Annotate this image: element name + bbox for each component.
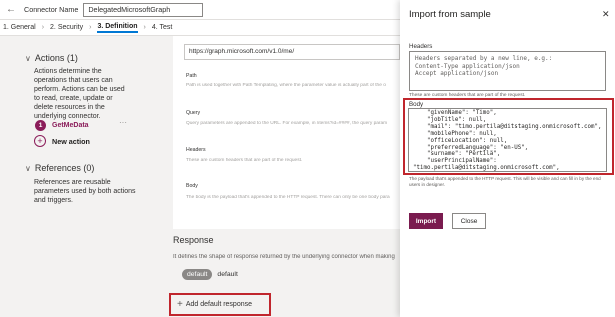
body-help: The body is the payload that's appended … <box>186 195 390 200</box>
new-action-button[interactable]: + New action <box>34 135 90 147</box>
chevron-right-icon: › <box>89 24 92 31</box>
headers-label: Headers <box>186 147 206 153</box>
response-pill[interactable]: default <box>182 269 213 280</box>
body-textarea[interactable]: "givenName": "Timo", "jobTitle": null, "… <box>408 108 607 172</box>
default-response-row[interactable]: default default <box>182 269 238 280</box>
headers-help: These are custom headers that are part o… <box>186 158 303 163</box>
plus-icon: + <box>177 299 183 310</box>
step-security[interactable]: 2. Security <box>50 24 83 31</box>
new-action-label: New action <box>52 136 90 146</box>
body-field-label: Body <box>409 101 424 108</box>
body-field-help: The payload that's appended to the HTTP … <box>409 176 601 187</box>
response-pill-text: default <box>217 271 238 278</box>
url-field[interactable]: https://graph.microsoft.com/v1.0/me/ <box>184 44 400 60</box>
actions-title: Actions (1) <box>34 53 78 63</box>
back-arrow-icon[interactable]: ← <box>6 4 24 15</box>
references-section-header[interactable]: ∨ References (0) <box>25 163 94 173</box>
connector-name-input[interactable]: DelegatedMicrosoftGraph <box>83 2 204 17</box>
step-test[interactable]: 4. Test <box>152 24 173 31</box>
path-help: Path is used together with Path Templati… <box>186 83 386 88</box>
step-general[interactable]: 1. General <box>3 24 36 31</box>
headers-field-label: Headers <box>409 43 433 50</box>
response-description: It defines the shape of response returne… <box>173 254 395 260</box>
panel-title: Import from sample <box>409 9 491 20</box>
close-icon[interactable]: ✕ <box>602 9 610 20</box>
plus-circle-icon: + <box>34 135 46 147</box>
action-name: GetMeData <box>52 122 89 129</box>
actions-description: Actions determine the operations that us… <box>34 68 125 120</box>
references-description: References are reusable parameters used … <box>34 179 136 204</box>
close-button[interactable]: Close <box>452 213 486 229</box>
step-definition[interactable]: 3. Definition <box>97 23 138 33</box>
headers-textarea[interactable]: Headers separated by a new line, e.g.: C… <box>409 51 606 91</box>
query-help: Query parameters are appended to the URL… <box>186 121 388 126</box>
references-title: References (0) <box>34 163 95 173</box>
request-card: https://graph.microsoft.com/v1.0/me/ Pat… <box>173 36 400 229</box>
body-label: Body <box>186 183 198 189</box>
response-title: Response <box>173 235 214 245</box>
path-label: Path <box>186 73 197 79</box>
wizard-steps: 1. General › 2. Security › 3. Definition… <box>0 20 400 36</box>
import-button[interactable]: Import <box>409 213 443 229</box>
chevron-down-icon: ∨ <box>25 163 31 173</box>
add-default-response-button[interactable]: + Add default response <box>169 293 271 316</box>
connector-name-label: Connector Name <box>24 5 79 14</box>
chevron-right-icon: › <box>143 24 146 31</box>
query-label: Query <box>186 110 201 116</box>
ellipsis-icon[interactable]: ··· <box>119 118 127 127</box>
chevron-right-icon: › <box>41 24 45 31</box>
add-default-response-label: Add default response <box>185 301 253 308</box>
action-item-getmedata[interactable]: 1 GetMeData <box>35 120 89 131</box>
action-number-badge: 1 <box>35 120 46 131</box>
actions-section-header[interactable]: ∨ Actions (1) <box>25 53 78 63</box>
chevron-down-icon: ∨ <box>25 53 31 63</box>
left-panel: ∨ Actions (1) Actions determine the oper… <box>0 36 160 317</box>
top-bar: ← Connector Name DelegatedMicrosoftGraph <box>0 0 400 20</box>
